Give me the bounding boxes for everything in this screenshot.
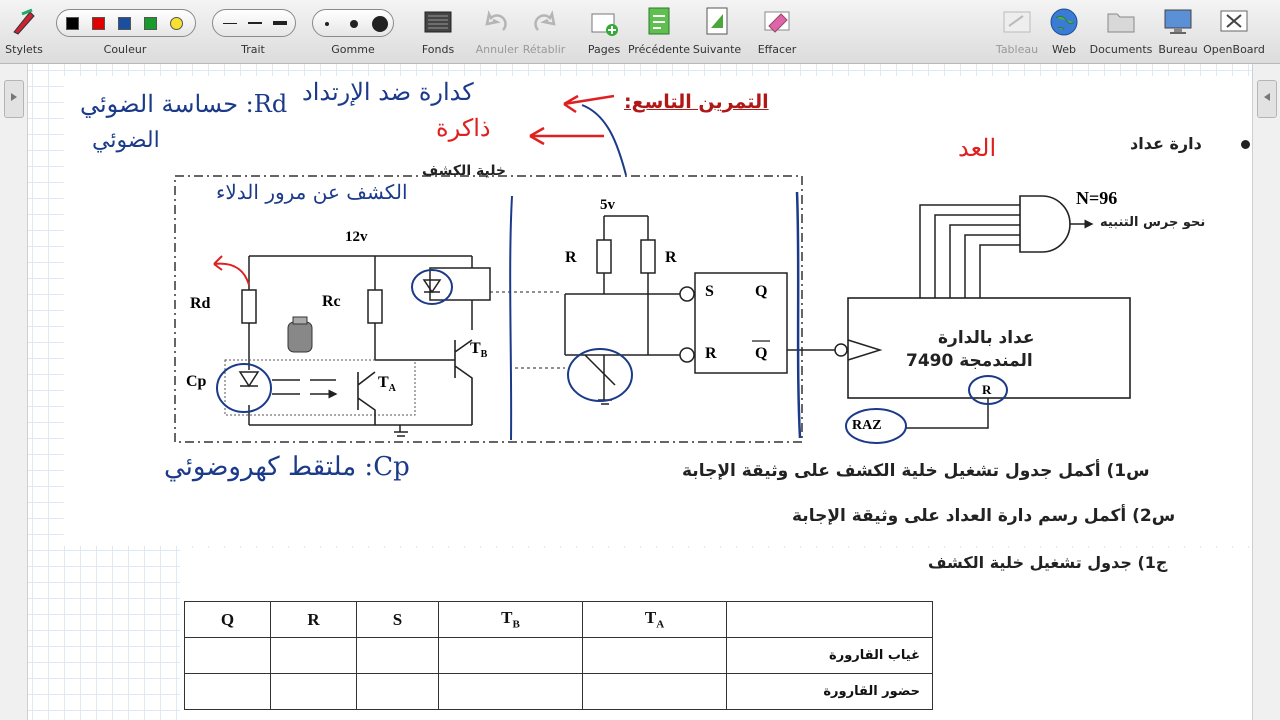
diode [422, 279, 442, 294]
table-cell[interactable] [184, 637, 271, 674]
ta-label-sub: A [388, 383, 396, 395]
table-row: غياب القارورة [184, 637, 933, 674]
table-header-row: Q R S TB TA [184, 601, 933, 638]
r2-label: R [665, 249, 677, 266]
header-ta-text: T [644, 608, 657, 628]
header-tb-sub: B [512, 618, 520, 631]
ta-label-text: T [378, 374, 389, 391]
table-cell[interactable] [438, 673, 583, 710]
table-cell[interactable] [582, 637, 727, 674]
counter-line-2: المندمجة 7490 [906, 351, 1033, 371]
header-ta-sub: A [656, 618, 665, 631]
header-r: R [270, 601, 357, 638]
table-cell[interactable] [184, 673, 271, 710]
answer-1-title: ج1) جدول تشغيل خلية الكشف [928, 553, 1168, 572]
table-cell[interactable] [438, 637, 583, 674]
bell-text: نحو جرس التنبيه [1100, 215, 1206, 230]
header-s: S [356, 601, 439, 638]
voltage-12v-label: 12v [345, 229, 368, 245]
row-label: حضور القارورة [726, 673, 933, 710]
table-cell[interactable] [582, 673, 727, 710]
rd-label: Rd [190, 295, 211, 312]
header-empty [726, 601, 933, 638]
q-pin-label: Q [755, 283, 768, 300]
rc-label: Rc [322, 293, 341, 310]
table-cell[interactable] [270, 637, 357, 674]
answer-table: Q R S TB TA غياب القارورة حضور القارورة [184, 601, 933, 710]
cp-label: Cp [186, 373, 207, 390]
table-cell[interactable] [356, 673, 439, 710]
resistor-r2 [640, 239, 656, 274]
switch [584, 354, 616, 405]
counting-note: العد [958, 134, 997, 162]
question-2: س2) أكمل رسم دارة العداد على وثيقة الإجا… [792, 506, 1176, 526]
r1-label: R [565, 249, 577, 266]
tb-label-sub: B [480, 349, 488, 361]
and-gate [1019, 195, 1071, 253]
resistor-r1 [596, 239, 612, 274]
cp-note: Cp: ملتقط كهروضوئي [164, 452, 410, 482]
r-pin-label: R [705, 345, 717, 362]
memory-note: ذاكرة [436, 114, 491, 142]
header-tb: TB [438, 601, 583, 638]
rc-resistor [367, 289, 383, 324]
voltage-5v-label: 5v [600, 197, 615, 213]
table-row: حضور القارورة [184, 673, 933, 710]
rd-note: Rd: حساسة الضوئي [80, 90, 288, 118]
ta-label: TA [378, 374, 396, 394]
detection-note: الكشف عن مرور الدلاء [216, 180, 408, 204]
table-cell[interactable] [270, 673, 357, 710]
counter-line-1: عداد بالدارة [938, 328, 1035, 348]
header-tb-text: T [501, 608, 513, 628]
relay-box [429, 267, 491, 301]
n-value-label: N=96 [1076, 188, 1118, 208]
photodiode [238, 371, 260, 388]
transistor-ta [357, 371, 376, 425]
rd-note-2: الضوئي [92, 128, 160, 153]
question-1: س1) أكمل جدول تشغيل خلية الكشف على وثيقة… [682, 461, 1150, 481]
rd-resistor [241, 289, 257, 324]
raz-label: RAZ [852, 418, 882, 433]
s-pin-label: S [705, 283, 714, 300]
qbar-pin-label: Q [755, 345, 768, 362]
table-cell[interactable] [356, 637, 439, 674]
header-ta: TA [582, 601, 727, 638]
tb-label: TB [470, 340, 487, 360]
row-label: غياب القارورة [726, 637, 933, 674]
anti-bounce-note: كدارة ضد الإرتداد [302, 78, 474, 106]
tb-label-text: T [470, 340, 481, 357]
r-reset-pin: R [982, 382, 992, 397]
header-q: Q [184, 601, 271, 638]
